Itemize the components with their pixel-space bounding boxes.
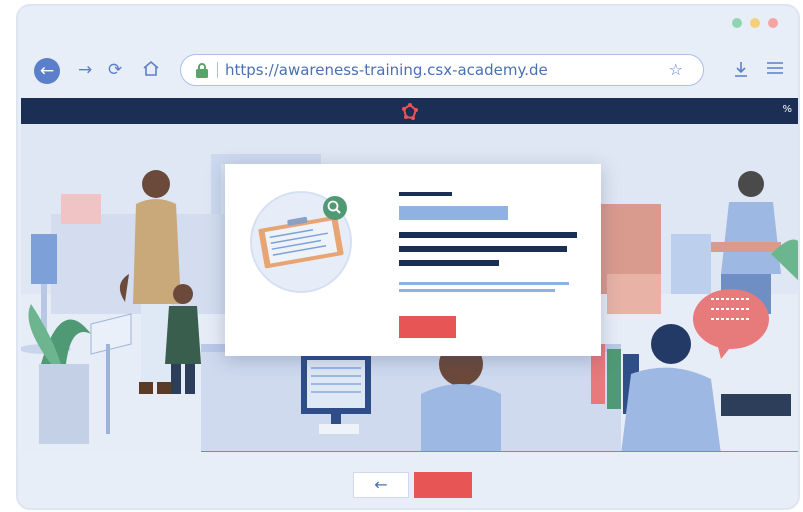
maximize-dot[interactable]: [732, 18, 742, 28]
address-bar[interactable]: https://awareness-training.csx-academy.d…: [180, 54, 704, 86]
course-header: %: [21, 98, 798, 124]
course-logo-icon: [401, 103, 419, 124]
reload-icon[interactable]: ⟳: [108, 60, 122, 80]
close-dot[interactable]: [768, 18, 778, 28]
browser-window: ← → ⟳ https://awareness-training.csx-aca…: [16, 4, 800, 510]
progress-percent: %: [782, 104, 792, 115]
minimize-dot[interactable]: [750, 18, 760, 28]
star-icon[interactable]: ☆: [669, 60, 683, 79]
lock-icon: [195, 62, 209, 83]
next-button[interactable]: [414, 472, 472, 498]
url-text[interactable]: https://awareness-training.csx-academy.d…: [225, 61, 548, 79]
course-navigation: ←: [21, 452, 798, 508]
content-graphic: [250, 191, 577, 338]
window-controls: [732, 18, 778, 28]
download-icon[interactable]: [734, 60, 748, 83]
content-dialog: [225, 164, 601, 356]
course-stage: % ←: [21, 98, 798, 508]
menu-icon[interactable]: [766, 60, 784, 81]
url-separator: [217, 62, 218, 78]
back-icon[interactable]: ←: [34, 58, 60, 84]
browser-toolbar: ← → ⟳ https://awareness-training.csx-aca…: [18, 52, 798, 96]
home-icon[interactable]: [142, 60, 160, 82]
prev-button[interactable]: ←: [353, 472, 409, 498]
forward-icon[interactable]: →: [78, 60, 92, 80]
